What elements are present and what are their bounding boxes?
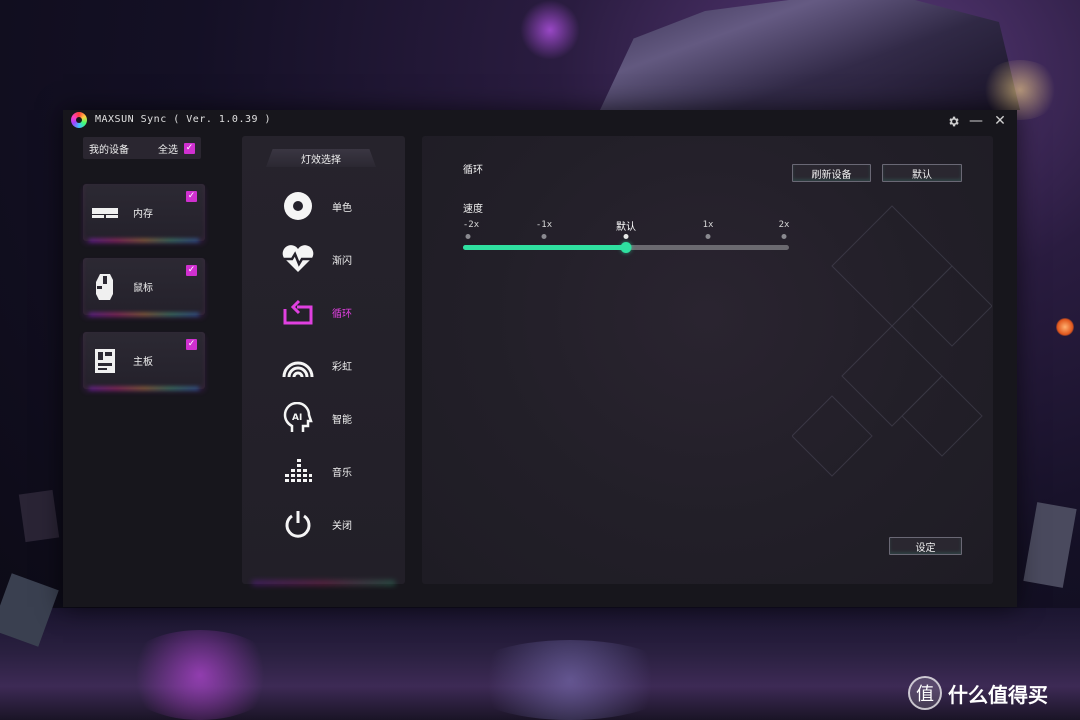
- heartbeat-icon: [278, 241, 318, 277]
- background-shard: [18, 489, 60, 543]
- speed-tick-label: 1x: [702, 220, 714, 230]
- window-title: MAXSUN Sync ( Ver. 1.0.39 ): [95, 114, 272, 125]
- speed-tick-dot[interactable]: [705, 234, 711, 239]
- rainbow-icon: [278, 347, 318, 383]
- effect-label: 彩虹: [332, 361, 352, 373]
- mouse-icon: [91, 273, 119, 301]
- device-label: 内存: [133, 209, 153, 220]
- speed-slider[interactable]: [463, 242, 789, 253]
- device-label: 主板: [133, 357, 153, 368]
- svg-text:AI: AI: [292, 413, 302, 423]
- effect-settings-panel: 循环 刷新设备 默认 速度 -2x -1x 默认 1x 2x 设定: [422, 136, 993, 584]
- motherboard-icon: [91, 347, 119, 375]
- effect-item-static[interactable]: 单色: [278, 186, 388, 226]
- device-card-mouse[interactable]: 鼠标 ✓: [83, 258, 205, 315]
- effect-selection-panel: 灯效选择 单色 渐闪 循环 彩虹 AI 智能 音乐 关闭: [242, 136, 405, 584]
- speed-slider-thumb[interactable]: [620, 242, 632, 253]
- background-orange-light: [1056, 318, 1074, 336]
- effect-item-smart[interactable]: AI 智能: [278, 398, 388, 438]
- background-robot-art: [600, 0, 1020, 110]
- device-label: 鼠标: [133, 283, 153, 294]
- device-card-memory[interactable]: 内存 ✓: [83, 184, 205, 241]
- decorative-pattern: [792, 205, 992, 477]
- speed-tick-dot[interactable]: [465, 234, 471, 239]
- default-button[interactable]: 默认: [882, 164, 962, 182]
- select-all-checkbox[interactable]: ✓: [184, 142, 195, 154]
- title-bar[interactable]: MAXSUN Sync ( Ver. 1.0.39 ) — ✕: [63, 110, 1017, 132]
- app-window: MAXSUN Sync ( Ver. 1.0.39 ) — ✕ 我的设备 全选 …: [63, 110, 1017, 607]
- minimize-button[interactable]: —: [965, 110, 987, 132]
- effect-item-music[interactable]: 音乐: [278, 451, 388, 491]
- speed-slider-fill: [463, 245, 626, 250]
- background-shard: [0, 573, 59, 647]
- device-checkbox[interactable]: ✓: [186, 265, 197, 276]
- background-glow: [520, 0, 580, 60]
- speed-tick-dot[interactable]: [623, 234, 629, 239]
- gear-icon[interactable]: [942, 110, 964, 132]
- speed-tick-label: 2x: [778, 220, 790, 230]
- watermark: 值 什么值得买: [908, 676, 1048, 710]
- speed-tick-label: 默认: [616, 222, 636, 233]
- device-checkbox[interactable]: ✓: [186, 339, 197, 350]
- close-button[interactable]: ✕: [989, 110, 1011, 132]
- memory-icon: [91, 199, 119, 227]
- speed-tick-dot[interactable]: [781, 234, 787, 239]
- cycle-icon: [278, 294, 318, 330]
- effect-item-cycle[interactable]: 循环: [278, 292, 388, 332]
- effect-item-breathing[interactable]: 渐闪: [278, 239, 388, 279]
- effect-item-off[interactable]: 关闭: [278, 504, 388, 544]
- speed-tick-label: -2x: [462, 220, 480, 230]
- device-list-header: 我的设备 全选 ✓: [83, 137, 201, 159]
- ai-head-icon: AI: [278, 400, 318, 436]
- watermark-text: 什么值得买: [948, 682, 1048, 707]
- background-shard: [1023, 502, 1077, 588]
- effect-label: 关闭: [332, 520, 352, 532]
- background-glow: [120, 630, 280, 720]
- power-icon: [278, 506, 318, 542]
- effect-label: 音乐: [332, 467, 352, 479]
- background-glow: [460, 640, 680, 720]
- refresh-devices-button[interactable]: 刷新设备: [792, 164, 871, 182]
- effect-label: 单色: [332, 202, 352, 214]
- effect-panel-title: 灯效选择: [266, 149, 376, 167]
- effect-label: 循环: [332, 308, 352, 320]
- speed-label: 速度: [463, 204, 483, 215]
- speed-tick-dot[interactable]: [541, 234, 547, 239]
- select-all-label: 全选: [158, 144, 178, 156]
- watermark-logo-icon: 值: [908, 676, 942, 710]
- effect-label: 渐闪: [332, 255, 352, 267]
- effect-item-rainbow[interactable]: 彩虹: [278, 345, 388, 385]
- equalizer-icon: [278, 453, 318, 489]
- disc-icon: [278, 188, 318, 224]
- app-logo-icon: [71, 112, 87, 128]
- my-devices-label: 我的设备: [89, 144, 129, 156]
- device-checkbox[interactable]: ✓: [186, 191, 197, 202]
- mode-title: 循环: [463, 165, 483, 176]
- effect-label: 智能: [332, 414, 352, 426]
- device-card-motherboard[interactable]: 主板 ✓: [83, 332, 205, 389]
- speed-tick-label: -1x: [535, 220, 553, 230]
- apply-settings-button[interactable]: 设定: [889, 537, 962, 555]
